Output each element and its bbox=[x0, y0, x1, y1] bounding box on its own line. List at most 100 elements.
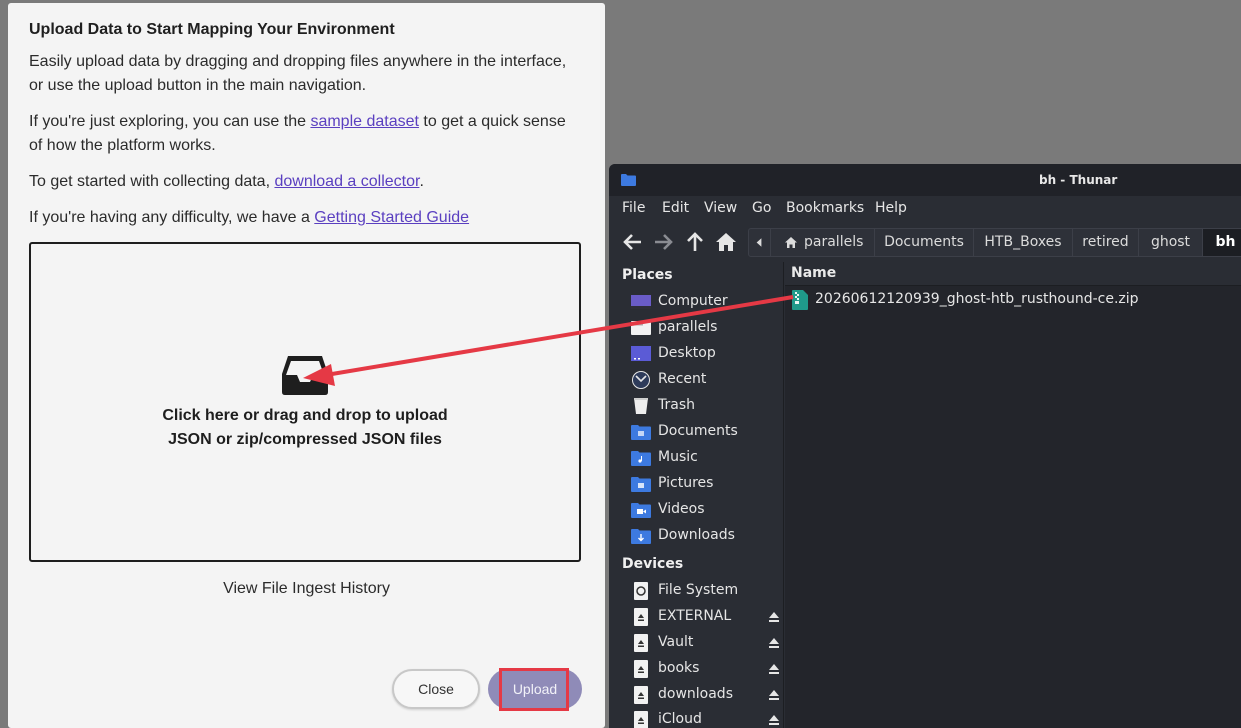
sidebar-item-vault[interactable]: Vault bbox=[631, 631, 781, 655]
getting-started-guide-link[interactable]: Getting Started Guide bbox=[314, 209, 469, 226]
thunar-window: bh - Thunar File Edit View Go Bookmarks … bbox=[609, 164, 1241, 728]
downloads-folder-icon bbox=[631, 529, 651, 544]
menu-view[interactable]: View bbox=[704, 200, 737, 216]
sidebar-item-downloads[interactable]: Downloads bbox=[631, 524, 781, 548]
folder-icon bbox=[621, 174, 636, 186]
upload-dialog: Upload Data to Start Mapping Your Enviro… bbox=[8, 3, 605, 728]
breadcrumb-retired[interactable]: retired bbox=[1073, 229, 1139, 256]
eject-icon[interactable] bbox=[768, 637, 780, 649]
up-arrow-icon[interactable] bbox=[682, 229, 708, 255]
devices-heading: Devices bbox=[622, 556, 684, 572]
upload-button[interactable]: Upload bbox=[488, 669, 582, 709]
sidebar-item-label: EXTERNAL bbox=[658, 608, 732, 624]
menu-help[interactable]: Help bbox=[875, 200, 907, 216]
home-folder-icon bbox=[631, 321, 651, 335]
sidebar-item-books[interactable]: books bbox=[631, 657, 781, 681]
documents-folder-icon bbox=[631, 425, 651, 440]
home-icon bbox=[785, 237, 797, 248]
sidebar-item-trash[interactable]: Trash bbox=[631, 394, 781, 418]
download-collector-link[interactable]: download a collector bbox=[274, 173, 419, 190]
file-dropzone[interactable]: Click here or drag and drop to upload JS… bbox=[29, 242, 581, 562]
sidebar-item-label: iCloud bbox=[658, 711, 702, 727]
forward-arrow-icon[interactable] bbox=[650, 229, 676, 255]
menu-file[interactable]: File bbox=[622, 200, 645, 216]
sidebar-item-label: Pictures bbox=[658, 475, 714, 491]
sidebar-item-label: Music bbox=[658, 449, 698, 465]
drive-icon bbox=[634, 582, 648, 600]
sidebar-item-computer[interactable]: Computer bbox=[631, 290, 781, 314]
pictures-folder-icon bbox=[631, 477, 651, 492]
sidebar-item-icloud[interactable]: iCloud bbox=[631, 708, 781, 728]
sidebar-item-external[interactable]: EXTERNAL bbox=[631, 605, 781, 629]
sidebar-item-desktop[interactable]: Desktop bbox=[631, 342, 781, 366]
menu-bookmarks[interactable]: Bookmarks bbox=[786, 200, 864, 216]
sidebar-item-label: Documents bbox=[658, 423, 738, 439]
sample-dataset-paragraph: If you're just exploring, you can use th… bbox=[29, 110, 569, 158]
title-bar[interactable]: bh - Thunar bbox=[609, 164, 1241, 196]
sidebar-item-recent[interactable]: Recent bbox=[631, 368, 781, 392]
sidebar-item-label: books bbox=[658, 660, 700, 676]
collector-text-before: To get started with collecting data, bbox=[29, 173, 275, 190]
removable-drive-icon bbox=[634, 711, 648, 728]
eject-icon[interactable] bbox=[768, 611, 780, 623]
sidebar-item-pictures[interactable]: Pictures bbox=[631, 472, 781, 496]
close-button[interactable]: Close bbox=[392, 669, 480, 709]
breadcrumb-ghost[interactable]: ghost bbox=[1139, 229, 1203, 256]
inbox-tray-icon bbox=[282, 356, 328, 395]
sidebar-item-file-system[interactable]: File System bbox=[631, 579, 781, 603]
breadcrumb: parallels Documents HTB_Boxes retired gh… bbox=[748, 228, 1241, 257]
videos-folder-icon bbox=[631, 503, 651, 518]
dropzone-instruction-line2: JSON or zip/compressed JSON files bbox=[168, 431, 442, 448]
desktop-icon bbox=[631, 346, 651, 361]
sidebar-item-label: Downloads bbox=[658, 527, 735, 543]
breadcrumb-parallels[interactable]: parallels bbox=[772, 229, 875, 256]
column-header-name[interactable]: Name bbox=[785, 262, 1241, 286]
removable-drive-icon bbox=[634, 660, 648, 678]
removable-drive-icon bbox=[634, 634, 648, 652]
breadcrumb-scroll-left-icon[interactable] bbox=[749, 229, 771, 256]
sidebar-item-label: Recent bbox=[658, 371, 707, 387]
file-list-pane: Name 20260612120939_ghost-htb_rusthound-… bbox=[785, 262, 1241, 728]
file-ingest-history-link[interactable]: View File Ingest History bbox=[8, 580, 605, 598]
back-arrow-icon[interactable] bbox=[620, 229, 646, 255]
breadcrumb-documents[interactable]: Documents bbox=[875, 229, 974, 256]
sidebar: Places Computer parallels Desktop Recent… bbox=[609, 262, 784, 728]
eject-icon[interactable] bbox=[768, 663, 780, 675]
menu-go[interactable]: Go bbox=[752, 200, 771, 216]
breadcrumb-parallels-label: parallels bbox=[804, 234, 864, 250]
window-title: bh - Thunar bbox=[1039, 173, 1118, 187]
sidebar-item-music[interactable]: Music bbox=[631, 446, 781, 470]
recent-clock-icon bbox=[632, 371, 650, 389]
removable-drive-icon bbox=[634, 608, 648, 626]
sidebar-item-label: File System bbox=[658, 582, 739, 598]
home-icon[interactable] bbox=[713, 229, 739, 255]
list-item[interactable]: 20260612120939_ghost-htb_rusthound-ce.zi… bbox=[785, 288, 1241, 312]
sidebar-item-label: Vault bbox=[658, 634, 694, 650]
sidebar-item-label: downloads bbox=[658, 686, 733, 702]
menu-bar: File Edit View Go Bookmarks Help bbox=[609, 196, 1241, 222]
zip-archive-icon bbox=[792, 290, 808, 310]
sidebar-item-label: Videos bbox=[658, 501, 705, 517]
sidebar-item-label: Computer bbox=[658, 293, 728, 309]
trash-icon bbox=[634, 398, 648, 414]
guide-paragraph: If you're having any difficulty, we have… bbox=[29, 206, 569, 230]
column-header-label: Name bbox=[791, 265, 837, 281]
sidebar-item-videos[interactable]: Videos bbox=[631, 498, 781, 522]
eject-icon[interactable] bbox=[768, 714, 780, 726]
sidebar-item-label: parallels bbox=[658, 319, 718, 335]
sidebar-item-downloads-device[interactable]: downloads bbox=[631, 683, 781, 707]
sidebar-item-label: Trash bbox=[658, 397, 695, 413]
toolbar: parallels Documents HTB_Boxes retired gh… bbox=[609, 224, 1241, 260]
music-folder-icon bbox=[631, 451, 651, 466]
collector-text-after: . bbox=[419, 173, 424, 190]
sidebar-item-label: Desktop bbox=[658, 345, 716, 361]
breadcrumb-htb-boxes[interactable]: HTB_Boxes bbox=[974, 229, 1073, 256]
places-heading: Places bbox=[622, 267, 673, 283]
eject-icon[interactable] bbox=[768, 689, 780, 701]
dropzone-instruction-line1: Click here or drag and drop to upload bbox=[162, 407, 448, 424]
sidebar-item-documents[interactable]: Documents bbox=[631, 420, 781, 444]
breadcrumb-bh[interactable]: bh bbox=[1203, 229, 1241, 256]
sidebar-item-parallels[interactable]: parallels bbox=[631, 316, 781, 340]
sample-dataset-link[interactable]: sample dataset bbox=[310, 113, 419, 130]
menu-edit[interactable]: Edit bbox=[662, 200, 689, 216]
